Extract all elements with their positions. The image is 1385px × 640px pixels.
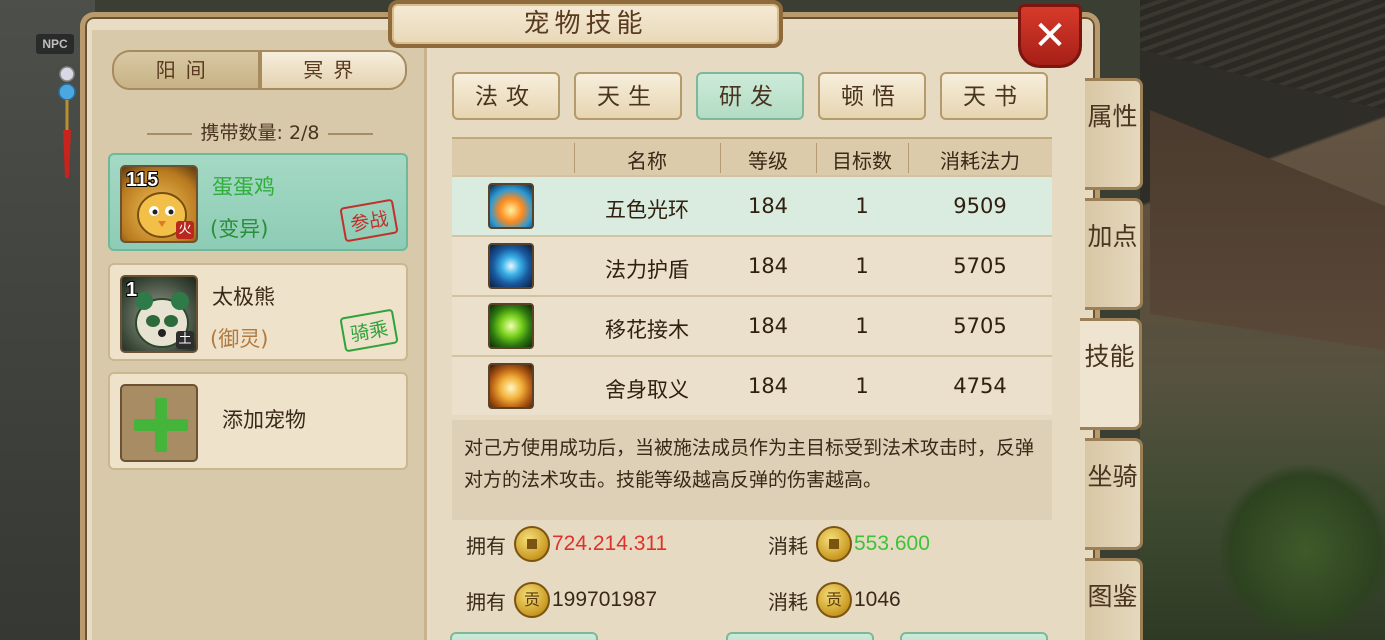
pet-level: 1 <box>126 279 138 301</box>
pet-card-taiji-bear[interactable]: 1 土 太极熊 (御灵) 骑乘 <box>108 263 408 361</box>
skill-table: 名称 等级 目标数 消耗法力 五色光环 184 1 9509 法力护盾 184 … <box>452 137 1052 415</box>
money-cost-value: 553.600 <box>854 532 930 555</box>
bottom-button[interactable] <box>450 632 598 640</box>
contribution-cost-value: 1046 <box>854 588 901 611</box>
skill-description: 对己方使用成功后，当被施法成员作为主目标受到法术攻击时，反弹对方的法术攻击。技能… <box>452 420 1052 520</box>
plus-icon <box>120 384 198 462</box>
header-level: 等级 <box>748 149 788 173</box>
header-name: 名称 <box>627 149 667 173</box>
side-tab-codex[interactable]: 图鉴 <box>1085 558 1143 640</box>
contribution-coin-icon: 贡 <box>514 582 550 618</box>
rainbow-ring-icon <box>488 183 534 229</box>
pet-element-badge: 土 <box>176 331 194 349</box>
pet-element-badge: 火 <box>176 221 194 239</box>
header-mana: 消耗法力 <box>940 149 1020 173</box>
money-cost: 消耗 553.600 <box>768 526 930 562</box>
pet-name: 太极熊 <box>212 285 275 309</box>
self-sacrifice-icon <box>488 363 534 409</box>
bottom-button[interactable] <box>726 632 874 640</box>
contribution-coin-icon: 贡 <box>816 582 852 618</box>
tab-enlightenment[interactable]: 顿悟 <box>818 72 926 120</box>
carry-count-value: 2/8 <box>288 122 320 144</box>
header-targets: 目标数 <box>832 149 892 173</box>
tab-heavenly-book[interactable]: 天书 <box>940 72 1048 120</box>
tab-spell-attack[interactable]: 法攻 <box>452 72 560 120</box>
flower-graft-icon <box>488 303 534 349</box>
contribution-cost: 消耗 贡 1046 <box>768 582 901 618</box>
skill-mana: 4754 <box>953 374 1007 398</box>
carry-count-label: 携带数量: <box>200 122 283 144</box>
cost-label: 消耗 <box>768 589 808 614</box>
side-tab-skills[interactable]: 技能 <box>1080 318 1142 430</box>
pet-avatar: 115 火 <box>120 165 198 243</box>
money-owned: 拥有 724.214.311 <box>466 526 667 562</box>
skill-name: 法力护盾 <box>605 258 689 282</box>
coin-icon <box>514 526 550 562</box>
skill-mana: 5705 <box>953 254 1007 278</box>
skill-level: 184 <box>747 314 789 338</box>
pet-card-egg-chicken[interactable]: 115 火 蛋蛋鸡 (变异) 参战 <box>108 153 408 251</box>
money-owned-value: 724.214.311 <box>552 532 668 555</box>
skill-targets: 1 <box>855 374 869 398</box>
close-button[interactable]: ✕ <box>1018 4 1082 68</box>
divider <box>327 132 373 135</box>
bottom-button[interactable] <box>900 632 1048 640</box>
skill-name: 舍身取义 <box>605 378 689 402</box>
table-row[interactable]: 移花接木 184 1 5705 <box>452 295 1052 355</box>
table-row[interactable]: 舍身取义 184 1 4754 <box>452 355 1052 415</box>
pet-type: (变异) <box>210 217 269 241</box>
tab-underworld[interactable]: 冥界 <box>259 50 407 90</box>
tab-innate[interactable]: 天生 <box>574 72 682 120</box>
pet-avatar: 1 土 <box>120 275 198 353</box>
owned-label: 拥有 <box>466 589 506 614</box>
owned-label: 拥有 <box>466 533 506 558</box>
table-row[interactable]: 法力护盾 184 1 5705 <box>452 235 1052 295</box>
skill-level: 184 <box>747 254 789 278</box>
window-title: 宠物技能 <box>388 0 783 48</box>
table-row[interactable]: 五色光环 184 1 9509 <box>452 175 1052 235</box>
side-tab-mount[interactable]: 坐骑 <box>1085 438 1143 550</box>
skill-mana: 5705 <box>953 314 1007 338</box>
add-pet-button[interactable]: 添加宠物 <box>108 372 408 470</box>
pet-name: 蛋蛋鸡 <box>212 175 275 199</box>
mount-stamp: 骑乘 <box>339 308 399 353</box>
skill-targets: 1 <box>855 314 869 338</box>
skill-targets: 1 <box>855 194 869 218</box>
cost-label: 消耗 <box>768 533 808 558</box>
divider <box>147 132 193 135</box>
carry-count: 携带数量: 2/8 <box>100 118 420 145</box>
contribution-owned: 拥有 贡 199701987 <box>466 582 657 618</box>
realm-tabs: 阳间 冥界 <box>112 50 407 90</box>
skill-level: 184 <box>747 374 789 398</box>
add-pet-label: 添加宠物 <box>222 408 306 432</box>
pet-type: (御灵) <box>210 327 269 351</box>
hanging-ornament-icon <box>58 66 76 178</box>
skill-level: 184 <box>747 194 789 218</box>
side-tab-attributes[interactable]: 属性 <box>1085 78 1143 190</box>
mana-shield-icon <box>488 243 534 289</box>
skill-name: 五色光环 <box>605 198 689 222</box>
contribution-owned-value: 199701987 <box>552 588 658 611</box>
pet-level: 115 <box>126 169 159 191</box>
npc-tag: NPC <box>36 34 74 54</box>
side-tab-add-points[interactable]: 加点 <box>1085 198 1143 310</box>
background-bush <box>1220 460 1385 640</box>
battle-stamp: 参战 <box>339 198 399 243</box>
tab-yang-realm[interactable]: 阳间 <box>112 50 260 90</box>
table-header: 名称 等级 目标数 消耗法力 <box>452 137 1052 175</box>
skill-mana: 9509 <box>953 194 1007 218</box>
tab-research[interactable]: 研发 <box>696 72 804 120</box>
skill-name: 移花接木 <box>605 318 689 342</box>
skill-targets: 1 <box>855 254 869 278</box>
coin-icon <box>816 526 852 562</box>
